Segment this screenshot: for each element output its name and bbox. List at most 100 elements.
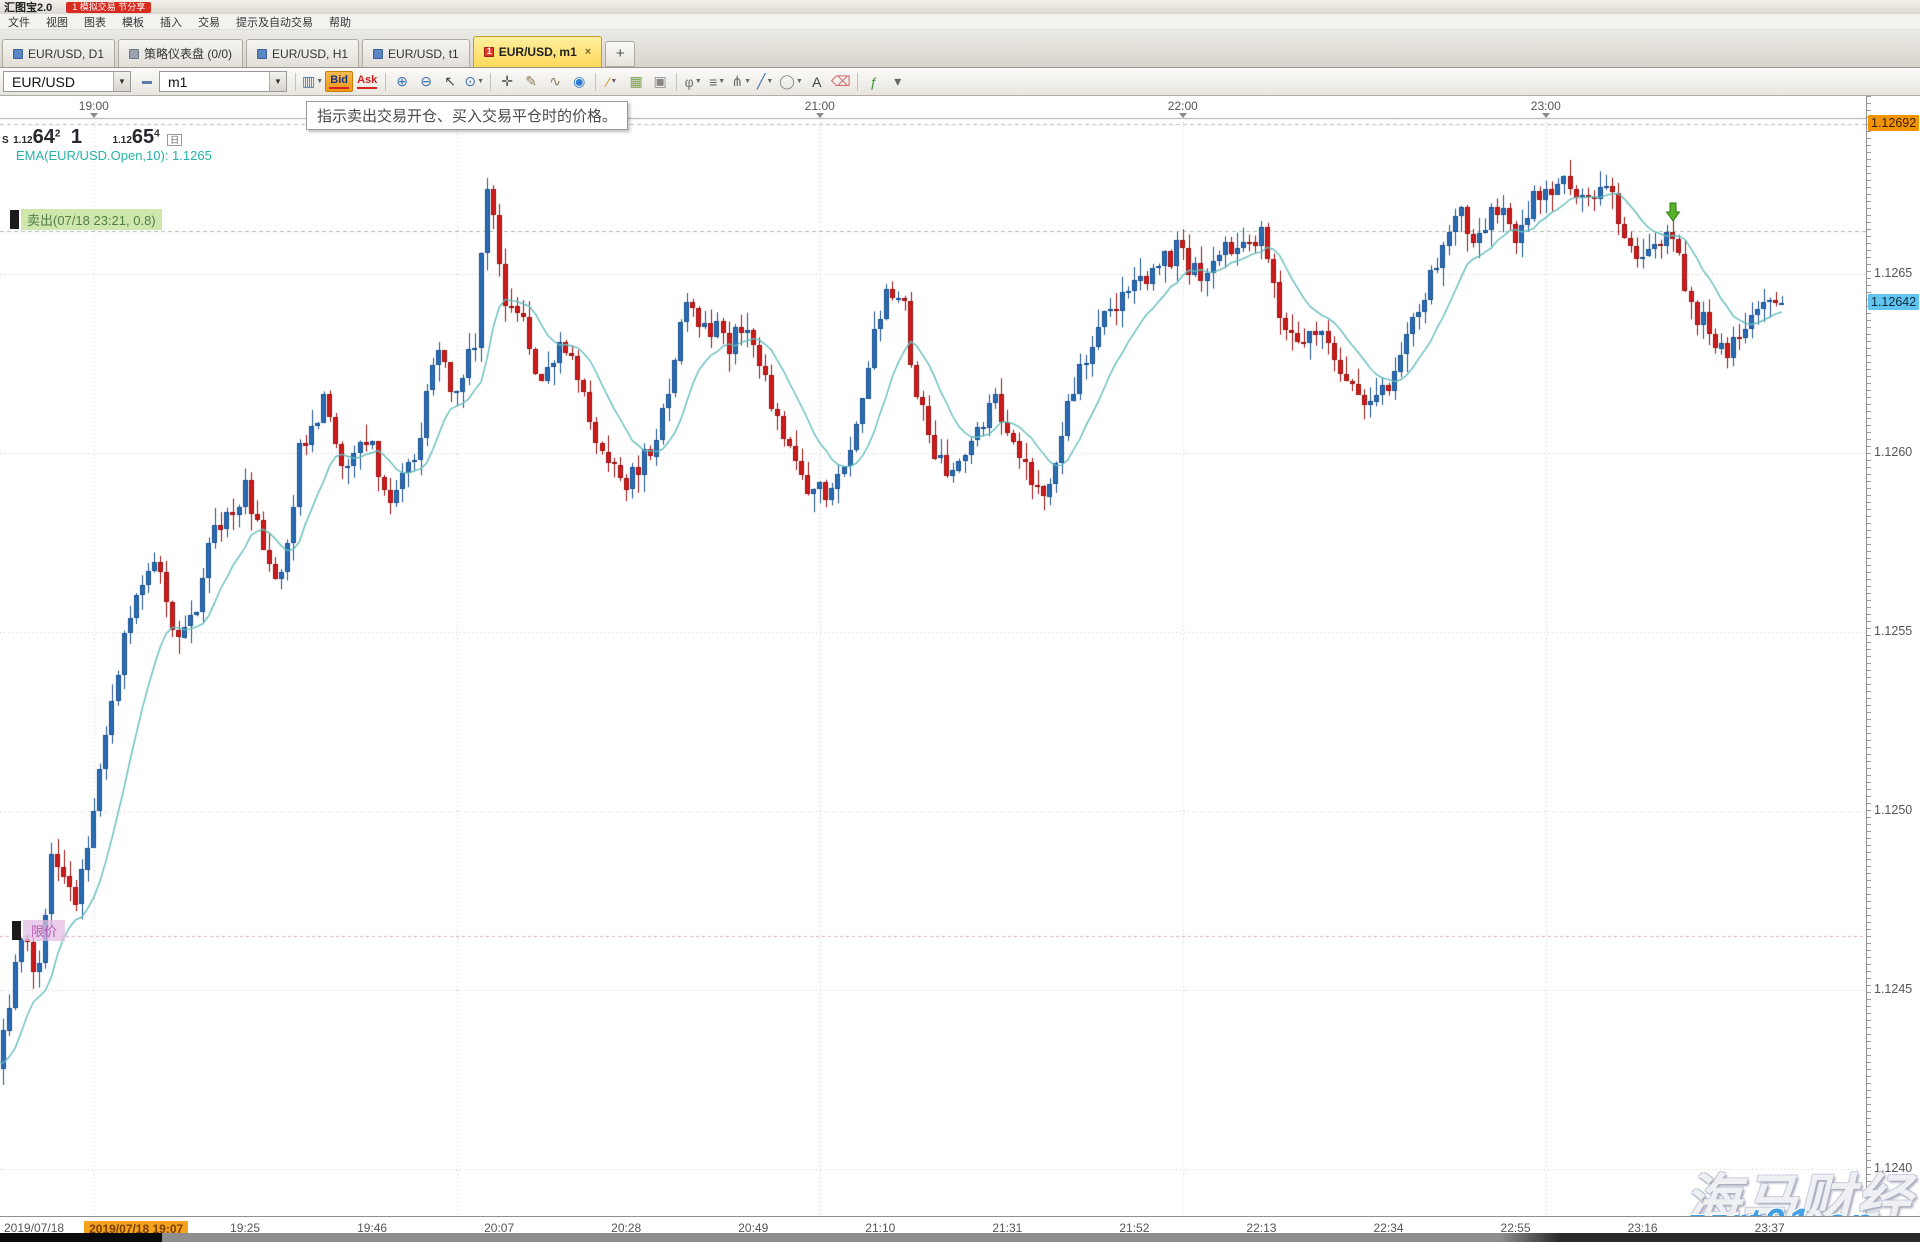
quote-spread: 1 xyxy=(71,126,82,148)
chevron-down-icon[interactable]: ▼ xyxy=(744,78,751,85)
price-axis-ticks xyxy=(1867,96,1871,1216)
screenshot-icon: ▦ xyxy=(630,73,643,90)
toolbar-separator xyxy=(676,73,677,91)
chevron-down-icon[interactable]: ▼ xyxy=(718,78,725,85)
current-price-badge: 1.12642 xyxy=(1868,294,1919,310)
crosshair-icon[interactable]: ✛ xyxy=(496,71,518,93)
limit-label-text: 限价 xyxy=(23,920,65,941)
y-axis-price-label: 1.1255 xyxy=(1874,624,1912,638)
tooltip: 指示卖出交易开仓、买入交易平仓时的价格。 xyxy=(306,101,628,130)
bid-label: Bid xyxy=(330,74,348,86)
limit-order-label[interactable]: 限价 xyxy=(12,920,65,941)
toolbar-separator xyxy=(857,73,858,91)
chevron-down-icon[interactable]: ▼ xyxy=(695,78,702,85)
timeframe-combobox[interactable]: m1 ▼ xyxy=(159,71,287,92)
indicators-icon[interactable]: ƒ xyxy=(863,71,885,93)
y-axis-price-label: 1.1260 xyxy=(1874,445,1912,459)
menu-chart[interactable]: 图表 xyxy=(76,14,114,30)
magnifier-icon[interactable]: ⊙▼ xyxy=(463,71,485,93)
chart-panel: 19:0020:0021:0022:0023:00 指示卖出交易开仓、买入交易平… xyxy=(0,96,1920,1242)
ema-indicator-label: EMA(EUR/USD.Open,10): 1.1265 xyxy=(16,148,212,163)
order-flag-icon xyxy=(12,921,21,940)
taskbar-strip xyxy=(0,1233,1920,1242)
trendline-icon[interactable]: ╱▼ xyxy=(754,71,776,93)
freehand-icon[interactable]: ∿ xyxy=(544,71,566,93)
menu-file[interactable]: 文件 xyxy=(0,14,38,30)
ask-button[interactable]: Ask xyxy=(353,71,381,92)
menu-view[interactable]: 视图 xyxy=(38,14,76,30)
tool-icons-group: ⊕⊖↖⊙▼✛✎∿◉∕▼▦▣φ▼≡▼⋔▼╱▼◯▼A⌫ƒ▾ xyxy=(390,71,910,93)
open-position-label[interactable]: 卖出(07/18 23:21, 0.8) xyxy=(10,209,162,230)
quote-calendar-icon[interactable]: 日 xyxy=(167,134,182,146)
screenshot-icon[interactable]: ▦ xyxy=(625,71,647,93)
new-tab-button[interactable]: + xyxy=(605,41,635,67)
chevron-down-icon[interactable]: ▼ xyxy=(113,72,130,91)
chevron-down-icon[interactable]: ▼ xyxy=(796,78,803,85)
eraser-icon[interactable]: ⌫ xyxy=(830,71,852,93)
text-icon[interactable]: A xyxy=(806,71,828,93)
y-axis-price-label: 1.1265 xyxy=(1874,266,1912,280)
fibonacci-icon[interactable]: φ▼ xyxy=(682,71,704,93)
tab-eurusd-h1[interactable]: EUR/USD, H1 xyxy=(246,39,359,67)
quote-buy-sup: 4 xyxy=(154,129,160,140)
sell-entry-arrow-icon xyxy=(1665,202,1681,227)
comment-icon[interactable]: ✎ xyxy=(520,71,542,93)
zoom-in-icon: ⊕ xyxy=(396,73,408,90)
menu-help[interactable]: 帮助 xyxy=(321,14,359,30)
magnifier-icon: ⊙ xyxy=(464,73,476,90)
toolbar: EUR/USD ▼ ▬ m1 ▼ ▥ ▼ Bid Ask ⊕⊖↖⊙▼✛✎∿◉∕▼… xyxy=(0,68,1920,96)
chevron-down-icon[interactable]: ▼ xyxy=(316,78,323,85)
ruler-icon: ∕ xyxy=(607,74,609,90)
y-axis-price-label: 1.1245 xyxy=(1874,982,1912,996)
quotes-icon[interactable]: ▬ xyxy=(136,71,158,93)
x-axis-tick xyxy=(1542,113,1550,118)
menu-trade[interactable]: 交易 xyxy=(190,14,228,30)
tab-label: EUR/USD, m1 xyxy=(499,45,577,59)
menu-template[interactable]: 模板 xyxy=(114,14,152,30)
day-high-badge: 1.12692 xyxy=(1868,115,1919,131)
tab-eurusd-d1[interactable]: EUR/USD, D1 xyxy=(2,39,115,67)
chart-tab-icon xyxy=(257,49,267,59)
ask-label: Ask xyxy=(357,74,377,86)
x-axis-tick xyxy=(816,113,824,118)
x-axis-tick xyxy=(1179,113,1187,118)
chevron-down-icon[interactable]: ▼ xyxy=(477,78,484,85)
fibonacci-icon: φ xyxy=(685,74,694,90)
price-axis[interactable]: 1.12651.12601.12551.12501.12451.12401.12… xyxy=(1866,96,1920,1216)
globe-icon[interactable]: ◉ xyxy=(568,71,590,93)
chart-tab-icon xyxy=(484,47,494,57)
panel-icon[interactable]: ▣ xyxy=(649,71,671,93)
quote-sell-sup: 2 xyxy=(55,129,61,140)
hlines-icon[interactable]: ≡▼ xyxy=(706,71,728,93)
menu-alerts-autotrade[interactable]: 提示及自动交易 xyxy=(228,14,321,30)
x-axis-hour-label: 22:00 xyxy=(1168,99,1198,113)
globe-icon: ◉ xyxy=(573,73,585,90)
quote-buy-big: 65 xyxy=(132,126,154,148)
chevron-down-icon[interactable]: ▼ xyxy=(766,78,773,85)
tab-strategy-dashboard[interactable]: 策略仪表盘 (0/0) xyxy=(118,39,243,67)
tab-eurusd-m1-active[interactable]: EUR/USD, m1 × xyxy=(473,36,602,67)
bid-button[interactable]: Bid xyxy=(325,71,353,92)
tab-eurusd-t1[interactable]: EUR/USD, t1 xyxy=(362,39,470,67)
chevron-down-icon[interactable]: ▼ xyxy=(269,72,286,91)
tab-label: EUR/USD, H1 xyxy=(272,47,348,61)
pitchfork-icon[interactable]: ⋔▼ xyxy=(730,71,752,93)
ellipse-icon[interactable]: ◯▼ xyxy=(778,71,804,93)
candlestick-chart[interactable] xyxy=(0,96,1866,1216)
cursor-icon[interactable]: ↖ xyxy=(439,71,461,93)
zoom-out-icon[interactable]: ⊖ xyxy=(415,71,437,93)
chart-type-icon[interactable]: ▥ ▼ xyxy=(301,71,324,93)
toolbar-separator xyxy=(595,73,596,91)
menu-insert[interactable]: 插入 xyxy=(152,14,190,30)
more-icon[interactable]: ▾ xyxy=(887,71,909,93)
zoom-in-icon[interactable]: ⊕ xyxy=(391,71,413,93)
symbol-combobox[interactable]: EUR/USD ▼ xyxy=(3,71,131,92)
x-axis-tick xyxy=(90,113,98,118)
title-badge[interactable]: 1 模拟交易 节分享 xyxy=(66,2,151,13)
chevron-down-icon[interactable]: ▼ xyxy=(610,78,617,85)
tab-label: 策略仪表盘 (0/0) xyxy=(144,45,232,62)
tab-close-icon[interactable]: × xyxy=(585,46,591,58)
position-label-text: 卖出(07/18 23:21, 0.8) xyxy=(21,209,162,230)
ruler-icon[interactable]: ∕▼ xyxy=(601,71,623,93)
bid-underline xyxy=(329,87,349,89)
